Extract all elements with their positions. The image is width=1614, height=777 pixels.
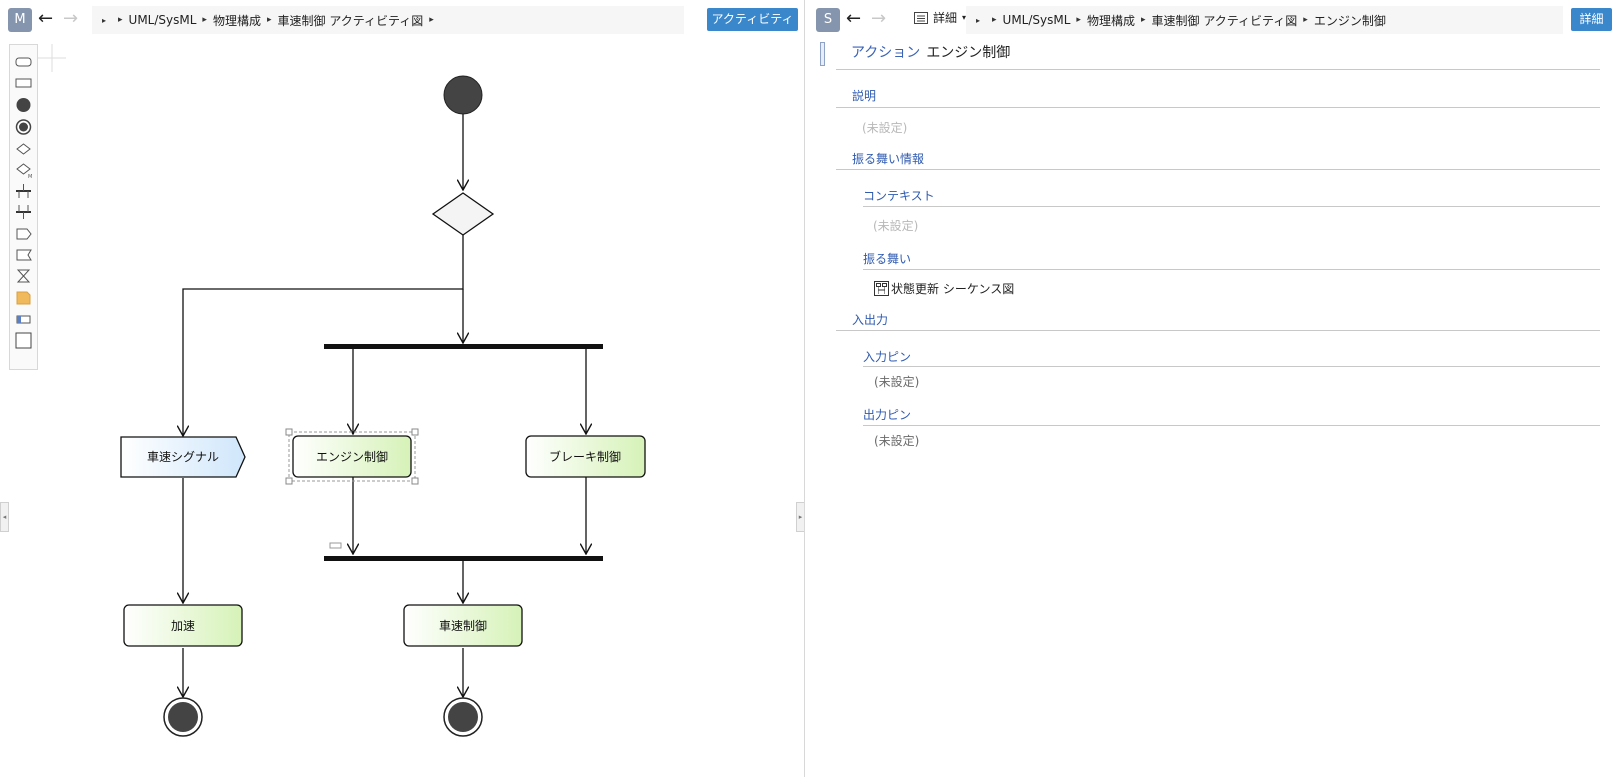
divider: [863, 206, 1600, 207]
subsection-input-pins[interactable]: 入力ピン: [863, 348, 911, 365]
action-speed-control-label: 車速制御: [439, 618, 487, 633]
model-badge[interactable]: S: [816, 8, 840, 32]
forward-arrow-icon[interactable]: →: [871, 9, 886, 29]
signal-node-label: 車速シグナル: [147, 450, 219, 464]
subsection-behavior[interactable]: 振る舞い: [863, 250, 911, 267]
diagram-toolbar: M ← → ▸ UML/SysML 物理構成 車速制御 アクティビティ図 アクテ…: [8, 6, 798, 49]
title-marker: [820, 42, 825, 66]
behavior-link[interactable]: 状態更新 シーケンス図: [874, 280, 1014, 297]
breadcrumb-more-icon[interactable]: [423, 15, 440, 25]
action-accelerate-label: 加速: [171, 619, 195, 633]
section-io[interactable]: 入出力: [852, 311, 888, 328]
context-value[interactable]: (未設定): [873, 217, 918, 234]
back-arrow-icon[interactable]: ←: [846, 9, 861, 29]
breadcrumb: ▸ UML/SysML 物理構成 車速制御 アクティビティ図 エンジン制御: [966, 6, 1563, 34]
breadcrumb-item[interactable]: 車速制御 アクティビティ図: [261, 12, 424, 29]
divider: [836, 107, 1600, 108]
page-title: アクション エンジン制御: [851, 42, 1010, 62]
divider: [863, 425, 1600, 426]
join-bar-marker: [329, 542, 342, 549]
detail-pane: S ← → 詳細 ▾ ▸ UML/SysML 物理構成 車速制御 アクティビティ…: [806, 0, 1614, 777]
output-pins-value[interactable]: (未設定): [874, 432, 919, 449]
control-flows: [183, 114, 586, 697]
pane-divider[interactable]: [804, 0, 805, 777]
breadcrumb-lead-icon[interactable]: ▸: [976, 16, 986, 25]
model-badge[interactable]: M: [8, 8, 32, 32]
breadcrumb-item[interactable]: 物理構成: [1070, 12, 1135, 29]
view-menu[interactable]: 詳細 ▾: [914, 9, 966, 26]
section-description[interactable]: 説明: [852, 87, 876, 104]
fork-bar[interactable]: [324, 344, 603, 349]
breadcrumb-item[interactable]: UML/SysML: [112, 13, 197, 27]
description-value[interactable]: (未設定): [862, 119, 907, 136]
detail-button[interactable]: 詳細: [1571, 8, 1612, 31]
forward-arrow-icon[interactable]: →: [63, 9, 78, 29]
breadcrumb: ▸ UML/SysML 物理構成 車速制御 アクティビティ図: [92, 6, 684, 34]
breadcrumb-item[interactable]: UML/SysML: [986, 13, 1071, 27]
join-bar[interactable]: [324, 556, 603, 561]
final-node[interactable]: [163, 697, 203, 737]
divider: [836, 169, 1600, 170]
breadcrumb-lead-icon[interactable]: ▸: [102, 16, 112, 25]
divider: [863, 366, 1600, 367]
subsection-context[interactable]: コンテキスト: [863, 187, 935, 204]
back-arrow-icon[interactable]: ←: [38, 9, 53, 29]
action-engine-control-label: エンジン制御: [316, 449, 388, 464]
final-node[interactable]: [443, 697, 483, 737]
diagram-pane: M ← → ▸ UML/SysML 物理構成 車速制御 アクティビティ図 アクテ…: [0, 0, 805, 777]
activity-diagram-canvas[interactable]: 車速シグナル エンジン制御 ブレーキ制御 加速 車速制御: [0, 40, 804, 777]
detail-toolbar: S ← → 詳細 ▾ ▸ UML/SysML 物理構成 車速制御 アクティビティ…: [816, 6, 1612, 34]
decision-node[interactable]: [431, 192, 495, 236]
input-pins-value[interactable]: (未設定): [874, 373, 919, 390]
element-kind: アクション: [851, 45, 921, 61]
divider: [836, 330, 1600, 331]
breadcrumb-item[interactable]: 物理構成: [196, 12, 261, 29]
collapse-left-tab[interactable]: ◂: [0, 502, 9, 532]
activity-diagram-button[interactable]: アクティビティ図: [707, 8, 798, 49]
breadcrumb-item[interactable]: 車速制御 アクティビティ図: [1135, 12, 1298, 29]
view-menu-label: 詳細: [933, 11, 958, 25]
sequence-diagram-icon: [874, 281, 889, 296]
behavior-value: 状態更新 シーケンス図: [891, 282, 1015, 296]
element-name[interactable]: エンジン制御: [926, 45, 1010, 61]
divider: [863, 269, 1600, 270]
list-view-icon: [914, 11, 928, 24]
subsection-output-pins[interactable]: 出力ピン: [863, 406, 911, 423]
breadcrumb-item[interactable]: エンジン制御: [1297, 12, 1386, 29]
title-divider: [836, 69, 1600, 70]
flow-edge[interactable]: [183, 234, 464, 436]
action-brake-control-label: ブレーキ制御: [549, 449, 621, 464]
initial-node[interactable]: [443, 75, 483, 115]
section-behavior-info[interactable]: 振る舞い情報: [852, 150, 924, 167]
